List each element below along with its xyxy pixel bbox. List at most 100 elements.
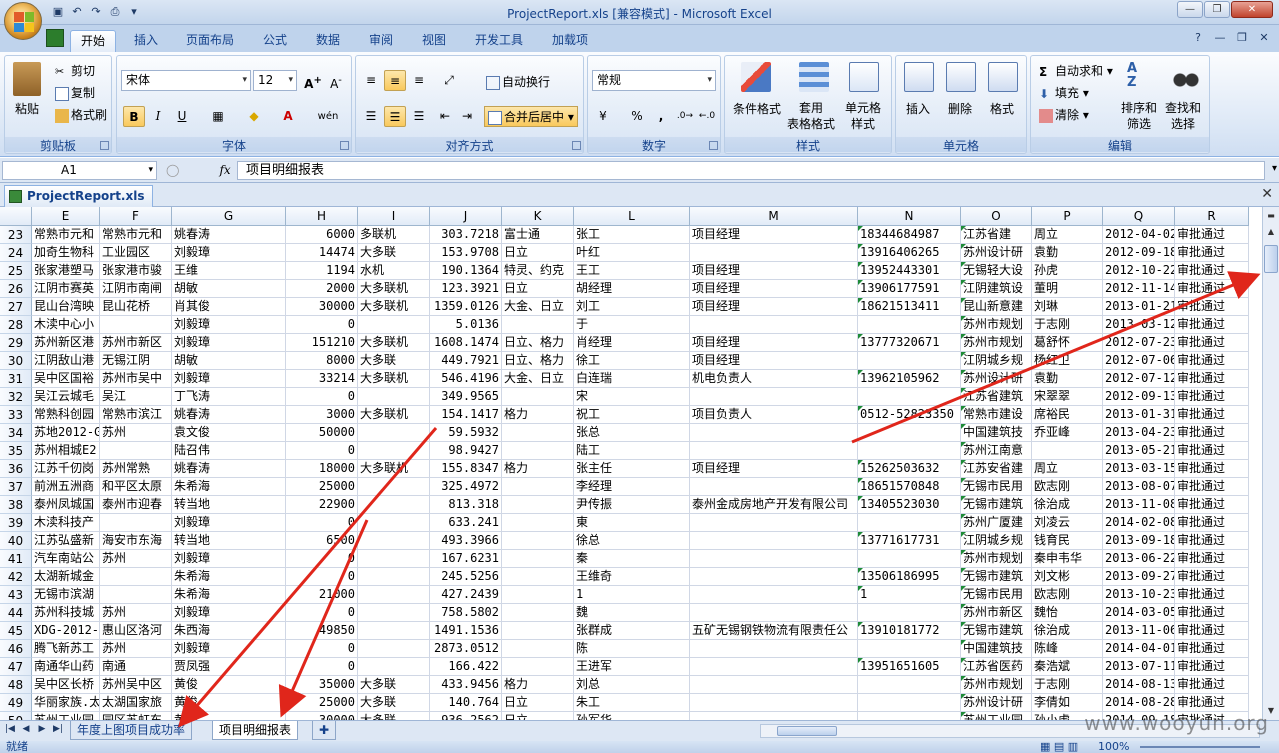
orientation-icon[interactable]: ⤢ bbox=[438, 70, 460, 91]
cell-l[interactable]: 叶红 bbox=[574, 244, 690, 262]
cell-f[interactable]: 吴江 bbox=[100, 388, 172, 406]
cell-r[interactable]: 审批通过 bbox=[1175, 298, 1249, 316]
cell-r[interactable]: 审批通过 bbox=[1175, 370, 1249, 388]
expand-formula-icon[interactable]: ▾ bbox=[1272, 163, 1277, 174]
cell-m[interactable]: 项目经理 bbox=[690, 226, 858, 244]
delete-cells-icon[interactable] bbox=[946, 62, 976, 92]
last-sheet-icon[interactable]: ▶| bbox=[52, 724, 64, 734]
cell-i[interactable] bbox=[358, 658, 430, 676]
cell-q[interactable]: 2012-07-06 bbox=[1103, 352, 1175, 370]
cell-m[interactable] bbox=[690, 514, 858, 532]
cell-j[interactable]: 140.764 bbox=[430, 694, 502, 712]
cell-q[interactable]: 2012-09-13 bbox=[1103, 388, 1175, 406]
column-header-l[interactable]: L bbox=[574, 207, 690, 226]
cell-e[interactable]: 汽车南站公 bbox=[32, 550, 100, 568]
cell-p[interactable]: 陈峰 bbox=[1032, 640, 1103, 658]
cell-m[interactable] bbox=[690, 442, 858, 460]
cell-m[interactable] bbox=[690, 424, 858, 442]
cell-p[interactable]: 孙虎 bbox=[1032, 262, 1103, 280]
cell-m[interactable] bbox=[690, 658, 858, 676]
cell-n[interactable] bbox=[858, 604, 961, 622]
cell-r[interactable]: 审批通过 bbox=[1175, 532, 1249, 550]
row-header[interactable]: 45 bbox=[0, 622, 32, 640]
cell-h[interactable]: 30000 bbox=[286, 712, 358, 720]
cell-n[interactable]: 13771617731 bbox=[858, 532, 961, 550]
cell-m[interactable] bbox=[690, 532, 858, 550]
cell-q[interactable]: 2013-09-27 bbox=[1103, 568, 1175, 586]
cell-p[interactable]: 袁勤 bbox=[1032, 370, 1103, 388]
cell-e[interactable]: 张家港塑马 bbox=[32, 262, 100, 280]
cell-n[interactable] bbox=[858, 676, 961, 694]
row-header[interactable]: 33 bbox=[0, 406, 32, 424]
cell-e[interactable]: 苏州工业园 bbox=[32, 712, 100, 720]
sheet-tab-success-rate[interactable]: 年度上图项目成功率 bbox=[70, 721, 193, 740]
cell-h[interactable]: 35000 bbox=[286, 676, 358, 694]
row-header[interactable]: 23 bbox=[0, 226, 32, 244]
help-icon[interactable]: ? bbox=[1191, 31, 1205, 45]
cell-j[interactable]: 936.2562 bbox=[430, 712, 502, 720]
cell-m[interactable] bbox=[690, 676, 858, 694]
row-header[interactable]: 46 bbox=[0, 640, 32, 658]
cell-j[interactable]: 813.318 bbox=[430, 496, 502, 514]
row-header[interactable]: 48 bbox=[0, 676, 32, 694]
cell-n[interactable]: 13906177591 bbox=[858, 280, 961, 298]
sheet-tab-project-details[interactable]: 项目明细报表 bbox=[212, 721, 299, 740]
row-header[interactable]: 50 bbox=[0, 712, 32, 720]
cell-i[interactable] bbox=[358, 442, 430, 460]
cell-f[interactable]: 苏州吴中区 bbox=[100, 676, 172, 694]
cell-q[interactable]: 2014-08-28 bbox=[1103, 694, 1175, 712]
cell-m[interactable]: 项目经理 bbox=[690, 262, 858, 280]
cell-p[interactable]: 徐治成 bbox=[1032, 496, 1103, 514]
cell-r[interactable]: 审批通过 bbox=[1175, 586, 1249, 604]
cell-j[interactable]: 245.5256 bbox=[430, 568, 502, 586]
cell-g[interactable]: 袁文俊 bbox=[172, 424, 286, 442]
cell-i[interactable]: 水机 bbox=[358, 262, 430, 280]
column-header-p[interactable]: P bbox=[1032, 207, 1103, 226]
cell-k[interactable]: 格力 bbox=[502, 676, 574, 694]
cell-r[interactable]: 审批通过 bbox=[1175, 622, 1249, 640]
tab-insert[interactable]: 插入 bbox=[130, 30, 162, 52]
cell-q[interactable]: 2013-05-21 bbox=[1103, 442, 1175, 460]
table-format-icon[interactable] bbox=[799, 62, 829, 92]
cell-i[interactable] bbox=[358, 532, 430, 550]
column-header-q[interactable]: Q bbox=[1103, 207, 1175, 226]
cell-f[interactable] bbox=[100, 316, 172, 334]
cell-q[interactable]: 2013-03-12 bbox=[1103, 316, 1175, 334]
cell-e[interactable]: 木渎科技产 bbox=[32, 514, 100, 532]
cell-i[interactable]: 大多联机 bbox=[358, 334, 430, 352]
cell-g[interactable]: 刘毅璋 bbox=[172, 550, 286, 568]
cell-f[interactable]: 苏州 bbox=[100, 640, 172, 658]
cell-j[interactable]: 2873.0512 bbox=[430, 640, 502, 658]
cell-q[interactable]: 2013-10-23 bbox=[1103, 586, 1175, 604]
cell-g[interactable]: 姚春涛 bbox=[172, 226, 286, 244]
cell-style-button[interactable]: 单元格 样式 bbox=[845, 100, 881, 132]
cell-i[interactable] bbox=[358, 586, 430, 604]
cell-o[interactable]: 江苏省建 bbox=[961, 226, 1032, 244]
cell-r[interactable]: 审批通过 bbox=[1175, 478, 1249, 496]
cell-o[interactable]: 无锡市民用 bbox=[961, 586, 1032, 604]
cell-j[interactable]: 433.9456 bbox=[430, 676, 502, 694]
cell-o[interactable]: 苏州设计研 bbox=[961, 370, 1032, 388]
split-box-icon[interactable]: ▬ bbox=[1264, 209, 1278, 223]
cell-l[interactable]: 朱工 bbox=[574, 694, 690, 712]
close-workbook-icon[interactable]: ✕ bbox=[1257, 31, 1271, 45]
cell-e[interactable]: 江苏弘盛新 bbox=[32, 532, 100, 550]
cell-r[interactable]: 审批通过 bbox=[1175, 352, 1249, 370]
phonetic-button[interactable]: wén bbox=[313, 106, 343, 127]
align-middle-icon[interactable]: ≡ bbox=[384, 70, 406, 91]
row-header[interactable]: 28 bbox=[0, 316, 32, 334]
cell-p[interactable]: 宋翠翠 bbox=[1032, 388, 1103, 406]
cell-q[interactable]: 2013-03-15 bbox=[1103, 460, 1175, 478]
cell-j[interactable]: 349.9565 bbox=[430, 388, 502, 406]
cell-g[interactable]: 朱西海 bbox=[172, 622, 286, 640]
font-size-box[interactable]: 12 bbox=[253, 70, 297, 91]
cell-j[interactable]: 325.4972 bbox=[430, 478, 502, 496]
cell-g[interactable]: 肖其俊 bbox=[172, 298, 286, 316]
cell-e[interactable]: 常熟科创园 bbox=[32, 406, 100, 424]
cell-g[interactable]: 胡敏 bbox=[172, 352, 286, 370]
cell-f[interactable]: 苏州常熟 bbox=[100, 460, 172, 478]
restore-icon[interactable]: ❐ bbox=[1204, 1, 1230, 18]
formula-input[interactable]: 项目明细报表 bbox=[237, 161, 1265, 180]
cell-e[interactable]: 昆山台湾映 bbox=[32, 298, 100, 316]
tab-formulas[interactable]: 公式 bbox=[259, 30, 291, 52]
